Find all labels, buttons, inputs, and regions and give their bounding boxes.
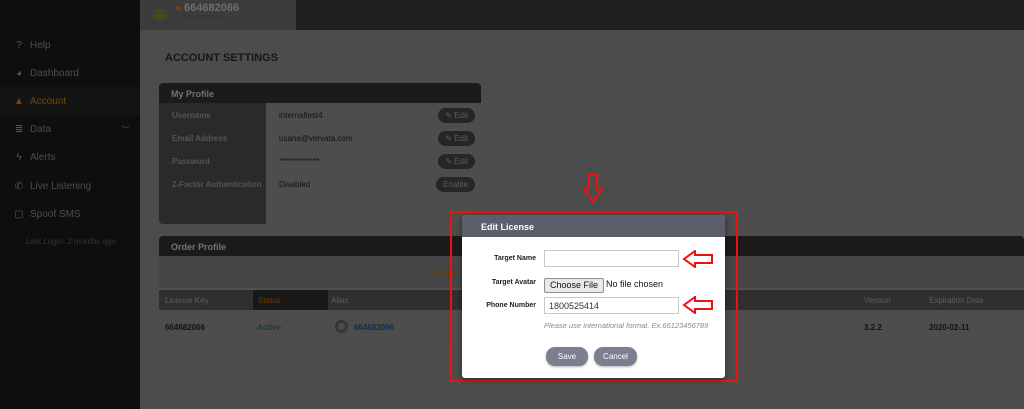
target-name-input[interactable]	[544, 250, 679, 267]
phone-number-input[interactable]	[544, 297, 679, 314]
no-file-text: No file chosen	[606, 279, 664, 289]
annotation-left-arrow-icon	[682, 296, 713, 314]
annotation-down-arrow-icon	[583, 174, 603, 204]
phone-number-label: Phone Number	[486, 302, 536, 309]
annotation-left-arrow-icon	[682, 250, 713, 268]
choose-file-button[interactable]: Choose File	[544, 278, 605, 293]
save-button[interactable]: Save	[546, 347, 588, 366]
target-avatar-label: Target Avatar	[491, 279, 536, 286]
cancel-button[interactable]: Cancel	[594, 347, 637, 366]
target-name-label: Target Name	[494, 255, 536, 262]
modal-title: Edit License	[462, 215, 725, 237]
phone-format-hint: Please use international format. Ex.6612…	[544, 321, 709, 330]
